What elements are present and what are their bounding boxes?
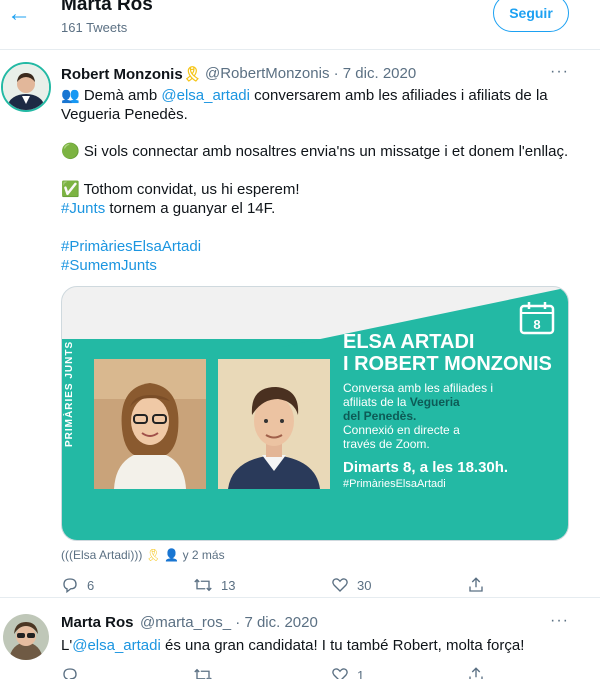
author-name[interactable]: Marta Ros — [61, 614, 134, 631]
tweet-text-line: L'@elsa_artadi és una gran candidata! I … — [61, 636, 524, 655]
tweet-count: 161 Tweets — [61, 20, 128, 35]
card-hashtag: #PrimàriesElsaArtadi — [343, 478, 446, 490]
text-segment: 👥 Demà amb — [61, 87, 162, 104]
hashtag-link[interactable]: #SumemJunts — [61, 256, 157, 275]
card-body: través de Zoom. — [343, 437, 430, 451]
arrow-left-icon[interactable]: ← — [6, 0, 32, 30]
like-button[interactable]: 1 — [331, 666, 364, 679]
reply-button[interactable]: 6 — [61, 576, 94, 594]
author-name[interactable]: Robert Monzonis🎗 — [61, 65, 202, 83]
card-title-2: I ROBERT MONZONIS — [343, 353, 552, 375]
hashtag-link[interactable]: #PrimàriesElsaArtadi — [61, 237, 201, 256]
more-icon[interactable]: ··· — [550, 612, 569, 630]
tweet-meta: @marta_ros_ · 7 dic. 2020 — [140, 614, 318, 631]
avatar-photo — [3, 614, 49, 660]
hashtag-link[interactable]: #Junts — [61, 200, 105, 217]
reply-count: 6 — [87, 577, 95, 593]
calendar-day: 8 — [533, 317, 541, 332]
tweet-text-line: ✅ Tothom convidat, us hi esperem! — [61, 181, 300, 198]
avatar[interactable] — [3, 614, 49, 660]
card-body-segment: afiliats de la — [343, 395, 410, 409]
more-icon[interactable]: ··· — [550, 63, 569, 81]
author-name-text: Robert Monzonis — [61, 66, 183, 83]
user-icon: 👤 — [164, 548, 180, 562]
share-button[interactable] — [467, 576, 485, 594]
card-date: Dimarts 8, a les 18.30h. — [343, 459, 509, 476]
mention-link[interactable]: @elsa_artadi — [161, 87, 250, 104]
card-body: Connexió en directe a — [343, 423, 460, 437]
author-handle[interactable]: @marta_ros_ — [140, 614, 231, 631]
like-button[interactable]: 30 — [331, 576, 371, 594]
card-vertical-text: PRIMÀRIES JUNTS — [64, 340, 75, 447]
author-handle[interactable]: @RobertMonzonis — [205, 65, 329, 82]
photo-woman — [94, 359, 206, 489]
reply-icon — [63, 578, 77, 594]
tagged-users[interactable]: (((Elsa Artadi))) 🎗 👤 y 2 más — [61, 548, 225, 562]
media-card[interactable]: PRIMÀRIES JUNTS 8 ELSA ARTADI I ROBERT M… — [61, 286, 569, 541]
retweet-button[interactable]: 13 — [193, 576, 235, 594]
mention-link[interactable]: @elsa_artadi — [72, 637, 161, 654]
tweet-text-line: 🟢 Si vols connectar amb nosaltres envia'… — [61, 143, 569, 160]
tweet-text-line: Vegueria Penedès. — [61, 106, 188, 123]
tweet-meta: @RobertMonzonis · 7 dic. 2020 — [205, 65, 416, 82]
reply-button[interactable] — [61, 666, 79, 679]
follow-button[interactable]: Seguir — [493, 0, 569, 32]
share-icon — [469, 577, 483, 592]
retweet-icon — [194, 578, 212, 592]
card-body: Conversa amb les afiliades i — [343, 381, 494, 395]
ribbon-icon: 🎗 — [182, 66, 202, 83]
tagged-more: y 2 más — [182, 548, 225, 562]
text-segment: tornem a guanyar el 14F. — [105, 200, 276, 217]
photo-man — [218, 359, 330, 489]
profile-title: Marta Ros — [61, 0, 153, 15]
tweet-text-line: 👥 Demà amb @elsa_artadi conversarem amb … — [61, 86, 548, 105]
separator: · — [333, 65, 339, 82]
avatar-photo — [3, 64, 49, 110]
retweet-icon — [194, 668, 212, 679]
text-segment: L' — [61, 637, 73, 654]
tweet-date[interactable]: 7 dic. 2020 — [244, 614, 317, 631]
avatar[interactable] — [1, 62, 51, 112]
tweet-date[interactable]: 7 dic. 2020 — [343, 65, 416, 82]
reply-icon — [63, 668, 77, 679]
card-body: afiliats de la Vegueria — [343, 395, 460, 409]
card-body-bold: del Penedès. — [343, 409, 417, 423]
card-body-bold: Vegueria — [409, 395, 460, 409]
tweet[interactable]: Marta Ros @marta_ros_ · 7 dic. 2020 ··· … — [0, 598, 600, 679]
share-icon — [469, 667, 483, 679]
tagged-user: (((Elsa Artadi))) — [61, 548, 143, 562]
profile-header: ← Marta Ros 161 Tweets Seguir — [0, 0, 600, 50]
retweet-count: 13 — [221, 577, 236, 593]
heart-icon — [332, 578, 348, 592]
retweet-button[interactable] — [193, 666, 213, 679]
tweet[interactable]: Robert Monzonis🎗 @RobertMonzonis · 7 dic… — [0, 50, 600, 598]
like-count: 30 — [357, 577, 372, 593]
ribbon-icon: 🎗 — [145, 548, 161, 562]
like-count: 1 — [357, 667, 365, 679]
heart-icon — [332, 668, 348, 679]
card-body: del Penedès. — [343, 409, 416, 423]
tweet-text-line: #Junts tornem a guanyar el 14F. — [61, 199, 275, 218]
separator: · — [235, 614, 241, 631]
card-title-1: ELSA ARTADI — [343, 331, 475, 353]
text-segment: conversarem amb les afiliades i afiliats… — [249, 87, 548, 104]
share-button[interactable] — [467, 666, 485, 679]
text-segment: és una gran candidata! I tu també Robert… — [160, 637, 525, 654]
